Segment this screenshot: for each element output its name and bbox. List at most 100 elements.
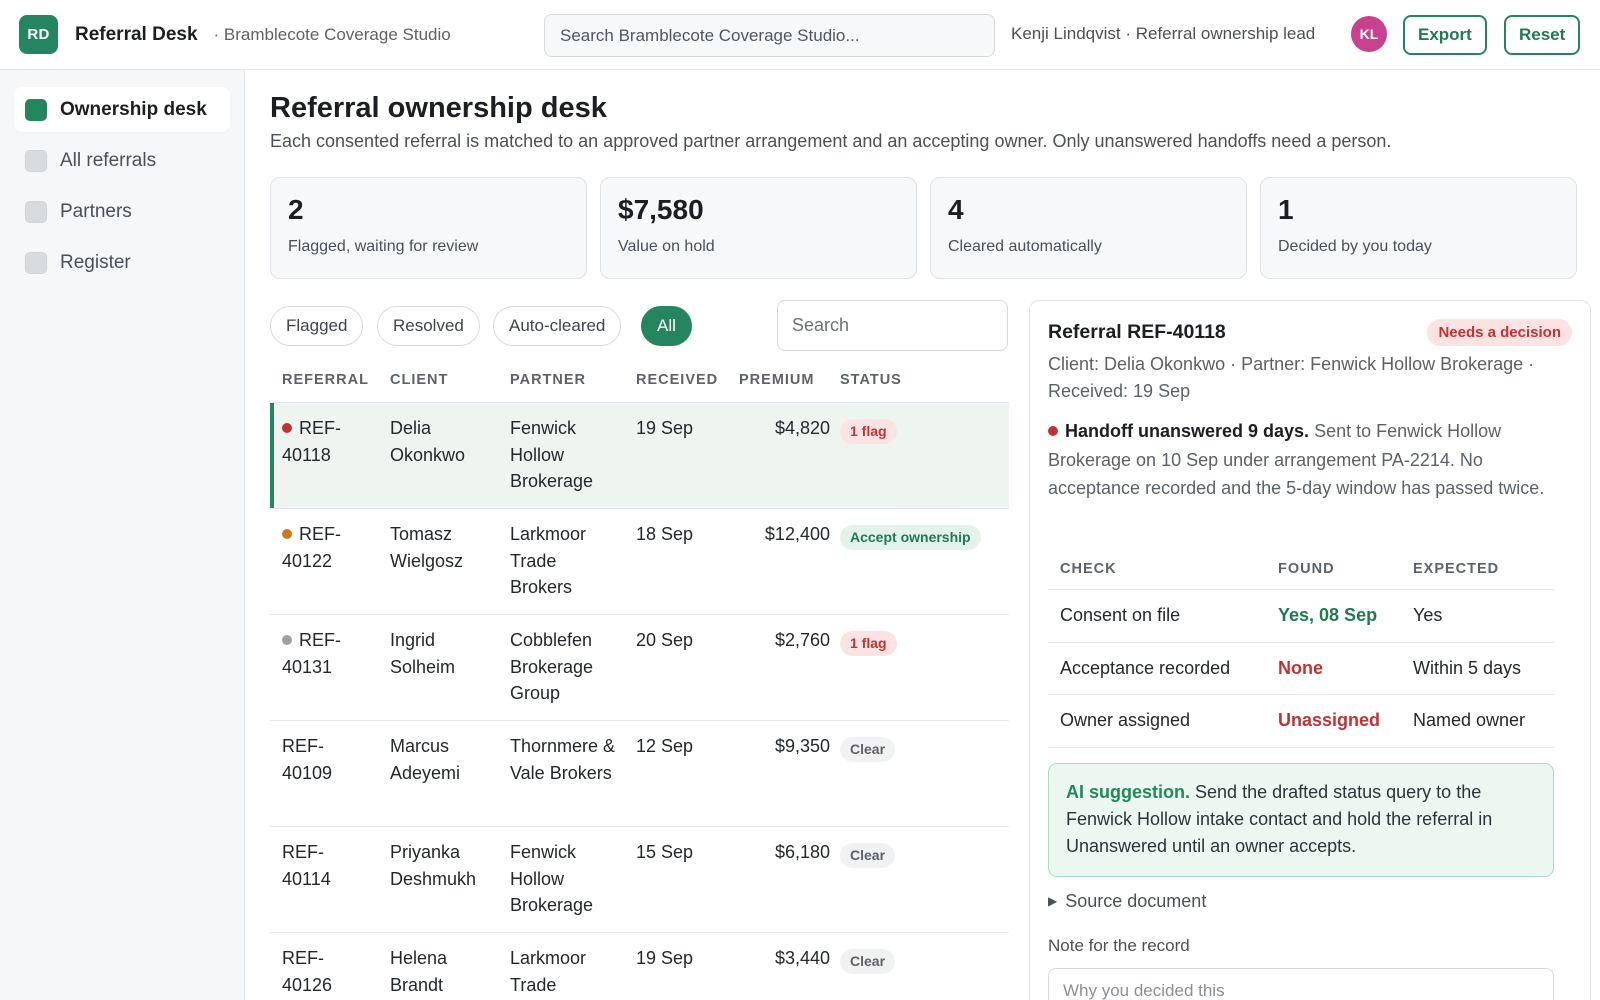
stat-value: 2	[288, 194, 304, 225]
referral-id: REF- 40109	[282, 736, 333, 783]
table-row[interactable]: REF- 40109 Marcus Adeyemi Thornmere & Vale…	[270, 721, 1009, 827]
status-dot	[282, 423, 292, 433]
status-badge: 1 flag	[840, 631, 897, 656]
sidebar: Ownership desk All referrals Partners Re…	[0, 70, 245, 1000]
table-header: REFERRAL CLIENT PARTNER RECEIVED PREMIUM…	[270, 360, 1009, 403]
status-cell: 1 flag	[840, 417, 897, 444]
column-header-found: FOUND	[1278, 561, 1335, 577]
sidebar-item-label: Partners	[60, 200, 132, 222]
sidebar-item-ownership-desk[interactable]: Ownership desk	[14, 87, 230, 132]
triangle-right-icon: ▶	[1048, 894, 1058, 908]
column-header-premium[interactable]: PREMIUM	[739, 372, 814, 388]
filter-chip-flagged[interactable]: Flagged	[270, 306, 364, 346]
client-cell: Marcus Adeyemi	[390, 736, 461, 783]
column-header-received[interactable]: RECEIVED	[636, 372, 718, 388]
sidebar-item-partners[interactable]: Partners	[14, 189, 230, 234]
checks-table: CHECK FOUND EXPECTED Consent on file Yes,…	[1048, 549, 1554, 748]
column-header-partner[interactable]: PARTNER	[510, 372, 586, 388]
ownership-desk-icon	[25, 98, 47, 121]
filter-chip-resolved[interactable]: Resolved	[377, 306, 480, 346]
stat-label: Cleared automatically	[948, 238, 1102, 255]
received-cell: 19 Sep	[636, 948, 694, 968]
partner-cell: Fenwick Hollow Brokerage	[510, 842, 594, 915]
table-row[interactable]: REF- 40114 Priyanka Deshmukh Fenwick Hollo…	[270, 827, 1009, 933]
received-cell: 15 Sep	[636, 842, 694, 862]
detail-meta: Client: Delia Okonkwo · Partner: Fenwick…	[1048, 354, 1535, 401]
status-badge: 1 flag	[840, 419, 897, 444]
ai-suggestion-label: AI suggestion.	[1066, 782, 1191, 802]
export-button[interactable]: Export	[1403, 15, 1487, 55]
column-header-status[interactable]: STATUS	[840, 372, 902, 388]
partner-cell: Cobblefen Brokerage Group	[510, 630, 594, 703]
column-header-client[interactable]: CLIENT	[390, 372, 448, 388]
check-found: Unassigned	[1278, 710, 1381, 730]
main-content: Referral ownership desk Each consented r…	[246, 70, 1600, 1000]
issue-status-dot	[1048, 426, 1058, 436]
check-expected: Within 5 days	[1413, 657, 1522, 678]
note-label: Note for the record	[1048, 936, 1190, 955]
stat-card-cleared: 4 Cleared automatically	[930, 177, 1247, 279]
premium-cell: $9,350	[774, 736, 830, 756]
stat-card-decided: 1 Decided by you today	[1260, 177, 1577, 279]
all-referrals-icon	[25, 149, 47, 172]
table-row[interactable]: REF- 40126 Helena Brandt Larkmoor Trade Br…	[270, 933, 1009, 1000]
top-bar: RD Referral Desk · Bramblecote Coverage …	[0, 0, 1600, 70]
global-search-input[interactable]	[544, 14, 995, 57]
check-found: Yes, 08 Sep	[1278, 605, 1378, 625]
premium-cell: $6,180	[774, 842, 830, 862]
referral-detail-panel: Referral REF-40118 Needs a decision Clie…	[1029, 300, 1591, 1000]
page-description: Each consented referral is matched to an…	[270, 131, 1392, 151]
note-input[interactable]	[1048, 968, 1554, 1000]
app-window: RD Referral Desk · Bramblecote Coverage …	[0, 0, 1600, 1000]
status-cell: Clear	[840, 735, 896, 762]
filter-chip-all[interactable]: All	[641, 306, 692, 346]
stat-label: Flagged, waiting for review	[288, 238, 479, 255]
premium-cell: $2,760	[774, 630, 830, 650]
status-dot	[282, 529, 292, 539]
check-name: Owner assigned	[1060, 710, 1191, 730]
user-label: Kenji Lindqvist · Referral ownership lea…	[1011, 24, 1316, 43]
sidebar-item-all-referrals[interactable]: All referrals	[14, 138, 230, 183]
check-name: Acceptance recorded	[1060, 657, 1231, 678]
sidebar-item-label: All referrals	[60, 149, 157, 171]
referral-id-cell: REF- 40118	[282, 415, 377, 468]
referral-search-input[interactable]	[777, 300, 1008, 351]
check-row: Owner assigned Unassigned Named owner	[1048, 695, 1554, 748]
source-document-toggle[interactable]: ▶ Source document	[1048, 891, 1206, 912]
stat-value: $7,580	[618, 194, 704, 225]
referral-id-cell: REF- 40122	[282, 521, 377, 574]
detail-title: Referral REF-40118	[1048, 321, 1226, 343]
sidebar-item-register[interactable]: Register	[14, 240, 230, 285]
status-badge: Clear	[840, 737, 896, 762]
column-header-referral[interactable]: REFERRAL	[282, 372, 369, 388]
received-cell: 19 Sep	[636, 418, 694, 438]
org-name: · Bramblecote Coverage Studio	[213, 24, 451, 44]
status-cell: Clear	[840, 947, 896, 974]
check-found: None	[1278, 657, 1323, 678]
status-badge[interactable]: Accept ownership	[840, 525, 981, 550]
referral-table: REFERRAL CLIENT PARTNER RECEIVED PREMIUM…	[270, 360, 1009, 1000]
avatar[interactable]: KL	[1351, 16, 1387, 52]
table-body: REF- 40118 Delia Okonkwo Fenwick Hollow Br…	[270, 403, 1009, 1000]
referral-id-cell: REF- 40114	[282, 839, 377, 892]
column-header-expected: EXPECTED	[1413, 561, 1500, 577]
referral-id-cell: REF- 40131	[282, 627, 377, 680]
reset-button[interactable]: Reset	[1504, 15, 1581, 55]
register-icon	[25, 251, 47, 274]
page-title: Referral ownership desk	[270, 92, 607, 124]
client-cell: Ingrid Solheim	[390, 630, 456, 677]
checks-body: Consent on file Yes, 08 Sep Yes Acceptance …	[1048, 590, 1554, 748]
stat-card-value-on-hold: $7,580 Value on hold	[600, 177, 917, 279]
table-row[interactable]: REF- 40131 Ingrid Solheim Cobblefen Broker…	[270, 615, 1009, 721]
check-row: Consent on file Yes, 08 Sep Yes	[1048, 590, 1554, 643]
premium-cell: $4,820	[774, 418, 830, 438]
premium-cell: $3,440	[774, 948, 830, 968]
status-badge: Needs a decision	[1427, 319, 1572, 346]
client-cell: Priyanka Deshmukh	[390, 842, 477, 889]
filter-chip-auto-cleared[interactable]: Auto-cleared	[493, 306, 622, 346]
premium-cell: $12,400	[764, 524, 830, 544]
table-row[interactable]: REF- 40122 Tomasz Wielgosz Larkmoor Trade …	[270, 509, 1009, 615]
table-row[interactable]: REF- 40118 Delia Okonkwo Fenwick Hollow Br…	[270, 403, 1009, 509]
client-cell: Helena Brandt	[390, 948, 448, 995]
stat-value: 1	[1278, 194, 1294, 225]
